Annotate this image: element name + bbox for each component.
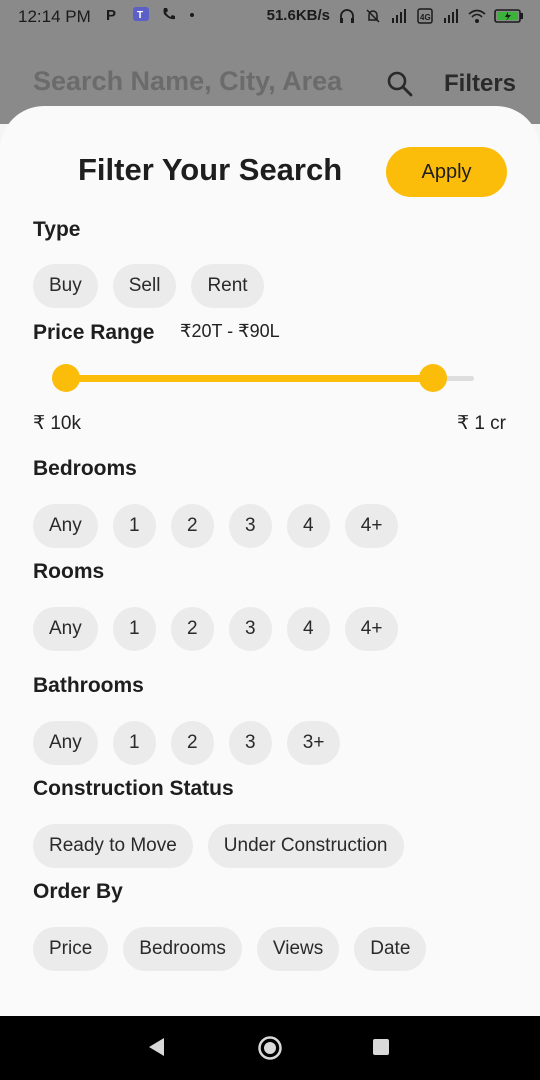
type-options: Buy Sell Rent xyxy=(33,264,264,308)
battery-icon xyxy=(494,8,523,23)
bathrooms-chip-3-plus[interactable]: 3+ xyxy=(286,721,341,765)
bedrooms-chip-1[interactable]: 1 xyxy=(112,504,156,548)
slider-min-handle[interactable] xyxy=(52,364,80,392)
silent-icon xyxy=(366,8,380,23)
sheet-title: Filter Your Search xyxy=(78,152,343,187)
teams-icon: T xyxy=(133,7,149,21)
bathrooms-chip-any[interactable]: Any xyxy=(33,721,98,765)
order-chip-price[interactable]: Price xyxy=(33,927,109,971)
phone-icon xyxy=(163,8,175,20)
bathrooms-chip-1[interactable]: 1 xyxy=(112,721,156,765)
rooms-chip-4-plus[interactable]: 4+ xyxy=(344,607,399,651)
bathrooms-chip-2[interactable]: 2 xyxy=(170,721,214,765)
search-input[interactable]: Search Name, City, Area xyxy=(33,66,342,97)
bathrooms-label: Bathrooms xyxy=(33,674,144,697)
order-by-options: Price Bedrooms Views Date xyxy=(33,927,427,971)
type-chip-sell[interactable]: Sell xyxy=(112,264,177,308)
rooms-chip-4[interactable]: 4 xyxy=(286,607,330,651)
status-notification-icons: P T xyxy=(104,6,196,22)
price-range-slider[interactable] xyxy=(52,362,476,394)
status-right: 51.6KB/s 4G xyxy=(267,7,524,24)
rooms-label: Rooms xyxy=(33,560,105,583)
construction-chip-under-construction[interactable]: Under Construction xyxy=(207,824,404,868)
order-chip-views[interactable]: Views xyxy=(256,927,340,971)
type-chip-buy[interactable]: Buy xyxy=(33,264,98,308)
slider-max-handle[interactable] xyxy=(419,364,448,392)
construction-status-label: Construction Status xyxy=(33,777,234,800)
home-icon[interactable] xyxy=(257,1035,283,1061)
price-min-label: ₹ 10k xyxy=(33,413,82,434)
rooms-chip-3[interactable]: 3 xyxy=(228,607,272,651)
signal-icon xyxy=(392,8,406,23)
rooms-chip-2[interactable]: 2 xyxy=(170,607,214,651)
volte-icon: 4G xyxy=(417,7,433,24)
slider-fill xyxy=(66,375,434,382)
wifi-icon xyxy=(468,9,486,23)
back-icon[interactable] xyxy=(146,1036,166,1058)
search-icon[interactable] xyxy=(386,70,414,98)
price-range-value: ₹20T - ₹90L xyxy=(180,321,280,341)
bathrooms-options: Any 1 2 3 3+ xyxy=(33,721,341,765)
svg-text:P: P xyxy=(106,7,116,22)
network-speed: 51.6KB/s xyxy=(266,7,330,24)
bedrooms-options: Any 1 2 3 4 4+ xyxy=(33,504,399,548)
bedrooms-chip-any[interactable]: Any xyxy=(33,504,98,548)
price-range-label: Price Range xyxy=(33,321,155,344)
construction-chip-ready-to-move[interactable]: Ready to Move xyxy=(33,824,193,868)
status-time: 12:14 PM xyxy=(18,7,91,26)
rooms-chip-1[interactable]: 1 xyxy=(112,607,156,651)
type-chip-rent[interactable]: Rent xyxy=(191,264,264,308)
bedrooms-chip-4-plus[interactable]: 4+ xyxy=(344,504,399,548)
bedrooms-chip-2[interactable]: 2 xyxy=(170,504,214,548)
type-label: Type xyxy=(33,218,81,241)
order-by-label: Order By xyxy=(33,880,123,903)
bedrooms-chip-4[interactable]: 4 xyxy=(286,504,330,548)
svg-text:4G: 4G xyxy=(420,13,431,22)
status-bar: 12:14 PM P T 51.6KB/s 4G xyxy=(0,0,540,34)
order-chip-date[interactable]: Date xyxy=(354,927,427,971)
dot-icon xyxy=(190,13,194,17)
filters-button[interactable]: Filters xyxy=(444,70,516,98)
rooms-chip-any[interactable]: Any xyxy=(33,607,98,651)
bedrooms-chip-3[interactable]: 3 xyxy=(228,504,272,548)
p-app-icon: P xyxy=(106,7,116,22)
recents-icon[interactable] xyxy=(373,1039,389,1055)
svg-text:T: T xyxy=(137,10,143,21)
bathrooms-chip-3[interactable]: 3 xyxy=(228,721,272,765)
rooms-options: Any 1 2 3 4 4+ xyxy=(33,607,399,651)
price-max-label: ₹ 1 cr xyxy=(456,413,506,434)
signal-icon-2 xyxy=(444,8,458,23)
order-chip-bedrooms[interactable]: Bedrooms xyxy=(123,927,242,971)
bedrooms-label: Bedrooms xyxy=(33,457,137,480)
headset-icon xyxy=(340,8,354,23)
construction-status-options: Ready to Move Under Construction xyxy=(33,824,404,868)
apply-button[interactable]: Apply xyxy=(386,147,507,197)
